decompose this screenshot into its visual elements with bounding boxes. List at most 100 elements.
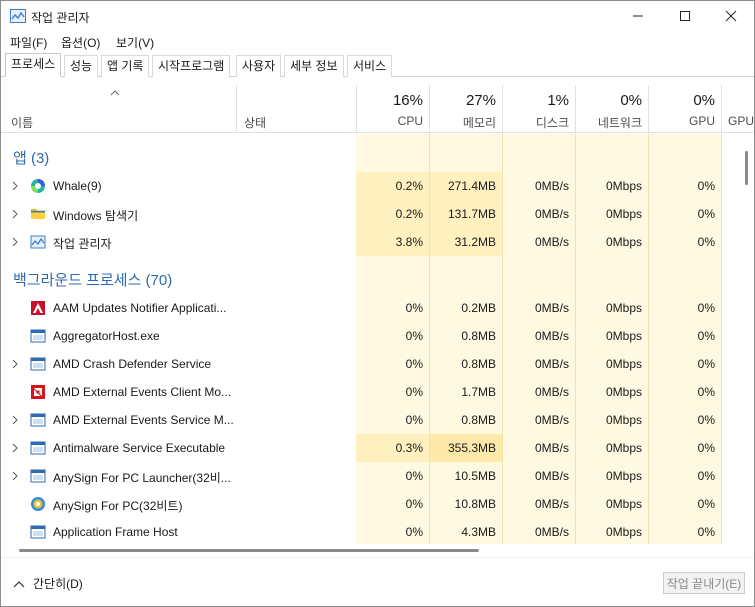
column-gpu[interactable]: 0% GPU [648,85,721,133]
network-value: 0Mbps [605,329,642,343]
task-manager-app-icon [10,9,26,23]
process-name: AAM Updates Notifier Applicati... [53,301,227,315]
column-memory[interactable]: 27% 메모리 [429,85,502,133]
process-name: AMD Crash Defender Service [53,357,212,371]
disk-total-percent: 1% [547,92,569,109]
cpu-value: 0% [405,497,423,511]
group-header-background: 백그라운드 프로세스 (70) [1,262,740,292]
app-window-icon [30,357,46,371]
menu-file[interactable]: 파일(F) [10,34,47,51]
process-row[interactable]: Antimalware Service Executable 0.3% 355.… [1,434,740,462]
column-name[interactable]: 이름 [11,114,33,131]
disk-value: 0MB/s [534,179,569,193]
amd-icon [31,385,45,399]
disk-value: 0MB/s [534,497,569,511]
network-total-percent: 0% [620,92,642,109]
tab-details[interactable]: 세부 정보 [284,55,344,77]
chevron-right-icon[interactable] [11,359,19,369]
process-row[interactable]: AnySign For PC Launcher(32비... 0% 10.5MB… [1,462,740,490]
menu-view[interactable]: 보기(V) [116,34,154,51]
column-status-cell[interactable]: 상태 [236,85,356,133]
process-name: AMD External Events Service M... [53,413,234,427]
disk-value: 0MB/s [534,301,569,315]
network-value: 0Mbps [605,441,642,455]
memory-value: 10.8MB [454,497,496,511]
title-bar[interactable]: 작업 관리자 [1,1,754,31]
process-row[interactable]: Windows 탐색기 0.2% 131.7MB 0MB/s 0Mbps 0% [1,200,740,228]
chevron-right-icon[interactable] [11,181,19,191]
app-window-icon [30,441,46,455]
network-value: 0Mbps [605,235,642,249]
tab-startup[interactable]: 시작프로그램 [152,55,231,77]
vertical-scroll-thumb[interactable] [745,151,748,185]
process-name: AMD External Events Client Mo... [53,385,232,399]
fewer-details-button[interactable]: 간단히(D) [13,575,83,592]
gpu-value: 0% [697,469,715,483]
memory-value: 271.4MB [447,179,496,193]
sort-ascending-icon [110,90,120,96]
network-value: 0Mbps [605,497,642,511]
process-row[interactable]: Application Frame Host 0% 4.3MB 0MB/s 0M… [1,518,740,544]
column-disk[interactable]: 1% 디스크 [502,85,575,133]
task-manager-icon [30,235,46,249]
tab-users[interactable]: 사용자 [236,55,282,77]
memory-value: 31.2MB [454,235,496,249]
group-title-apps: 앱 (3) [13,150,50,167]
end-task-button[interactable]: 작업 끝내기(E) [663,572,745,594]
process-row[interactable]: AAM Updates Notifier Applicati... 0% 0.2… [1,294,740,322]
gpu-total-percent: 0% [693,92,715,109]
cpu-value: 0% [405,413,423,427]
cpu-label: CPU [397,114,423,128]
vertical-scrollbar[interactable] [740,134,754,544]
network-value: 0Mbps [605,301,642,315]
horizontal-scroll-thumb[interactable] [19,549,479,552]
gpu-engine-label: GPU [728,114,755,128]
chevron-right-icon[interactable] [11,415,19,425]
chevron-right-icon[interactable] [11,443,19,453]
gpu-value: 0% [697,413,715,427]
process-name: Whale(9) [53,179,102,193]
tab-app-history[interactable]: 앱 기록 [101,55,150,77]
process-row[interactable]: Whale(9) 0.2% 271.4MB 0MB/s 0Mbps 0% [1,172,740,200]
process-row[interactable]: AMD External Events Service M... 0% 0.8M… [1,406,740,434]
menu-options[interactable]: 옵션(O) [61,34,100,51]
gpu-value: 0% [697,497,715,511]
minimize-button[interactable] [615,1,661,31]
maximize-button[interactable] [662,1,708,31]
process-name: Antimalware Service Executable [53,441,226,455]
cpu-value: 0% [405,469,423,483]
menu-bar: 파일(F) 옵션(O) 보기(V) [1,31,754,53]
process-row[interactable]: AMD Crash Defender Service 0% 0.8MB 0MB/… [1,350,740,378]
process-row[interactable]: AggregatorHost.exe 0% 0.8MB 0MB/s 0Mbps … [1,322,740,350]
tab-performance[interactable]: 성능 [64,55,99,77]
gpu-value: 0% [697,357,715,371]
disk-value: 0MB/s [534,469,569,483]
close-button[interactable] [708,1,754,31]
chevron-right-icon[interactable] [11,237,19,247]
memory-value: 0.8MB [461,357,496,371]
process-row[interactable]: 작업 관리자 3.8% 31.2MB 0MB/s 0Mbps 0% [1,228,740,256]
process-list: 앱 (3) Whale(9) 0.2% 271.4MB 0MB/s 0Mbps … [1,134,740,544]
process-row[interactable]: AMD External Events Client Mo... 0% 1.7M… [1,378,740,406]
tab-bar: 프로세스 성능 앱 기록 시작프로그램 사용자 세부 정보 서비스 [1,53,754,77]
memory-value: 10.5MB [454,469,496,483]
disk-value: 0MB/s [534,385,569,399]
gpu-value: 0% [697,235,715,249]
column-network[interactable]: 0% 네트워크 [575,85,648,133]
tab-processes[interactable]: 프로세스 [5,53,62,77]
cpu-value: 0% [405,357,423,371]
cpu-value: 0% [405,525,423,539]
cpu-value: 0% [405,301,423,315]
process-name: AnySign For PC Launcher(32비... [53,471,231,485]
memory-value: 4.3MB [461,525,496,539]
maximize-icon [680,11,690,21]
network-value: 0Mbps [605,385,642,399]
process-row[interactable]: AnySign For PC(32비트) 0% 10.8MB 0MB/s 0Mb… [1,490,740,518]
tab-services[interactable]: 서비스 [347,55,393,77]
chevron-right-icon[interactable] [11,471,19,481]
chevron-right-icon[interactable] [11,209,19,219]
gpu-value: 0% [697,441,715,455]
column-cpu[interactable]: 16% CPU [356,85,429,133]
memory-value: 0.2MB [461,301,496,315]
column-gpu-engine[interactable]: GPU [721,85,754,133]
